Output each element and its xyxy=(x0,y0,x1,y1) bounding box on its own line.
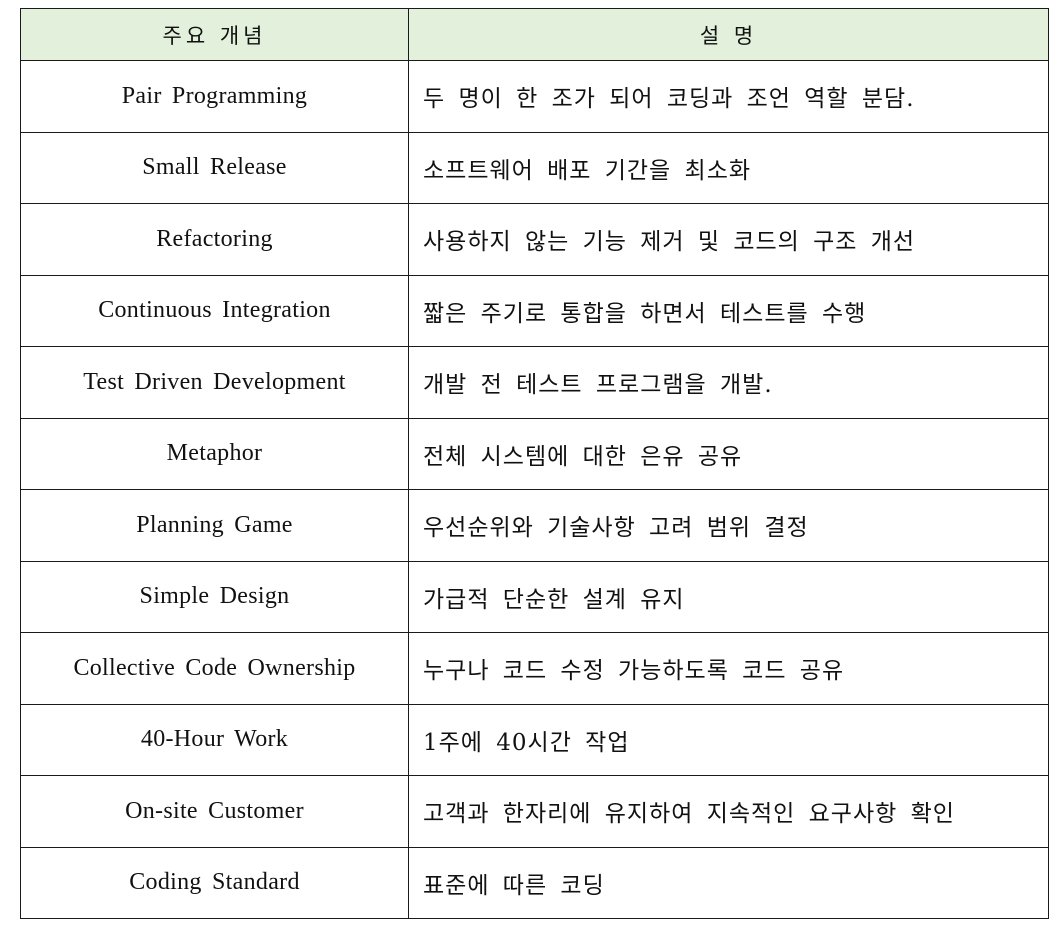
table-row: Planning Game 우선순위와 기술사항 고려 범위 결정 xyxy=(20,489,1049,562)
concept-cell: Collective Code Ownership xyxy=(20,632,409,705)
header-concept: 주요 개념 xyxy=(20,8,409,61)
concept-cell: Pair Programming xyxy=(20,60,409,133)
table-row: Continuous Integration 짧은 주기로 통합을 하면서 테스트… xyxy=(20,274,1049,347)
description-cell: 소프트웨어 배포 기간을 최소화 xyxy=(408,131,1049,204)
table-row: Refactoring 사용하지 않는 기능 제거 및 코드의 구조 개선 xyxy=(20,203,1049,276)
table-row: Collective Code Ownership 누구나 코드 수정 가능하도록… xyxy=(20,632,1049,705)
concept-cell: Simple Design xyxy=(20,560,409,633)
table-row: Test Driven Development 개발 전 테스트 프로그램을 개발… xyxy=(20,346,1049,419)
concept-cell: Coding Standard xyxy=(20,846,409,919)
concept-cell: Small Release xyxy=(20,131,409,204)
concept-cell: Refactoring xyxy=(20,203,409,276)
concept-cell: Test Driven Development xyxy=(20,346,409,419)
description-cell: 가급적 단순한 설계 유지 xyxy=(408,560,1049,633)
table-row: On-site Customer 고객과 한자리에 유지하여 지속적인 요구사항 … xyxy=(20,775,1049,848)
table-row: Small Release 소프트웨어 배포 기간을 최소화 xyxy=(20,131,1049,204)
description-cell: 고객과 한자리에 유지하여 지속적인 요구사항 확인 xyxy=(408,775,1049,848)
concept-cell: Continuous Integration xyxy=(20,274,409,347)
concept-cell: 40-Hour Work xyxy=(20,703,409,776)
table-row: 40-Hour Work 1주에 40시간 작업 xyxy=(20,703,1049,776)
description-cell: 짧은 주기로 통합을 하면서 테스트를 수행 xyxy=(408,274,1049,347)
table-row: Pair Programming 두 명이 한 조가 되어 코딩과 조언 역할 분… xyxy=(20,60,1049,133)
table-row: Metaphor 전체 시스템에 대한 은유 공유 xyxy=(20,417,1049,490)
table-row: Coding Standard 표준에 따른 코딩 xyxy=(20,846,1049,919)
xp-practices-table: 주요 개념 설 명 Pair Programming 두 명이 한 조가 되어 코… xyxy=(20,8,1049,919)
description-cell: 누구나 코드 수정 가능하도록 코드 공유 xyxy=(408,632,1049,705)
header-row: 주요 개념 설 명 xyxy=(20,8,1049,61)
header-description: 설 명 xyxy=(408,8,1049,61)
concept-cell: On-site Customer xyxy=(20,775,409,848)
description-cell: 사용하지 않는 기능 제거 및 코드의 구조 개선 xyxy=(408,203,1049,276)
description-cell: 우선순위와 기술사항 고려 범위 결정 xyxy=(408,489,1049,562)
description-cell: 개발 전 테스트 프로그램을 개발. xyxy=(408,346,1049,419)
description-cell: 1주에 40시간 작업 xyxy=(408,703,1049,776)
concept-cell: Planning Game xyxy=(20,489,409,562)
description-cell: 전체 시스템에 대한 은유 공유 xyxy=(408,417,1049,490)
description-cell: 두 명이 한 조가 되어 코딩과 조언 역할 분담. xyxy=(408,60,1049,133)
description-cell: 표준에 따른 코딩 xyxy=(408,846,1049,919)
concept-cell: Metaphor xyxy=(20,417,409,490)
table-row: Simple Design 가급적 단순한 설계 유지 xyxy=(20,560,1049,633)
